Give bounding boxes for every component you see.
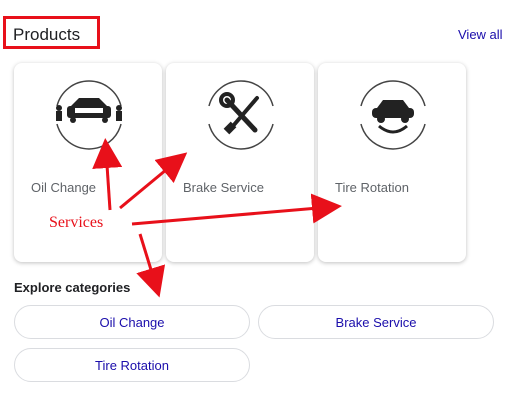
arrow-to-tire-rotation xyxy=(131,193,342,226)
services-annotation-label: Services xyxy=(49,214,104,231)
annotation-arrows xyxy=(92,138,342,298)
arrow-to-categories xyxy=(136,233,166,298)
arrow-to-oil-change xyxy=(92,138,123,211)
arrow-to-brake-service xyxy=(119,152,188,210)
